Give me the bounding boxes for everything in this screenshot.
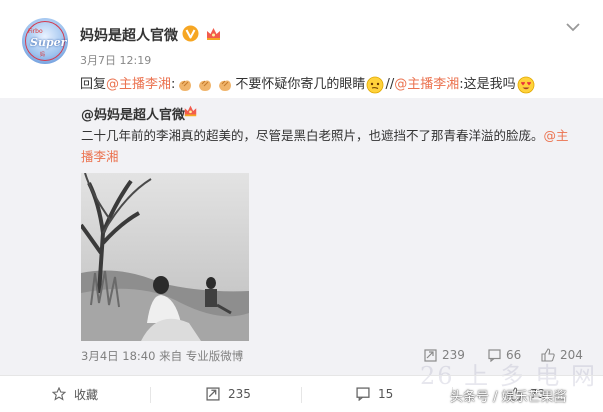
black-white-photo-image — [81, 173, 249, 341]
author-name[interactable]: 妈妈是超人官微 — [80, 25, 178, 45]
doubt-emoji-icon — [367, 76, 384, 93]
quoted-meta[interactable]: 3月4日 18:40 来自 专业版微博 — [81, 348, 243, 364]
comment-icon — [356, 387, 370, 401]
mention-link[interactable]: @主播李湘 — [106, 77, 171, 92]
quoted-photo[interactable] — [81, 173, 249, 341]
avatar-text-bottom: 妈 — [40, 52, 46, 58]
clap-emoji-icon — [179, 80, 192, 91]
source-watermark: 头条号 / 娱乐芒果酱 — [450, 390, 567, 405]
crown-icon[interactable] — [205, 25, 222, 42]
divider — [150, 387, 151, 403]
avatar-text-top: Firbo — [28, 28, 43, 35]
mention-link-2[interactable]: @主播李湘 — [394, 77, 459, 92]
clap-emoji-icon — [219, 80, 232, 91]
avatar-text-main: Super — [30, 36, 67, 49]
crown-icon[interactable] — [183, 103, 198, 118]
favorite-button[interactable]: 收藏 — [52, 376, 98, 412]
chevron-down-icon[interactable] — [566, 22, 580, 32]
repost-icon — [206, 387, 220, 401]
post-text-end: :这是我吗 — [459, 77, 516, 92]
quoted-body: 二十几年前的李湘真的超美的，尽管是黑白老照片，也遮挡不了那青春洋溢的脸庞。 — [81, 128, 544, 143]
quoted-author[interactable]: @妈妈是超人官微 — [81, 104, 185, 123]
repost-button[interactable]: 235 — [206, 376, 251, 412]
quoted-text: 二十几年前的李湘真的超美的，尽管是黑白老照片，也遮挡不了那青春洋溢的脸庞。@主播… — [81, 125, 581, 167]
divider — [301, 387, 302, 403]
clap-emoji-icon — [199, 80, 212, 91]
verified-v-icon — [182, 25, 199, 42]
author-avatar[interactable]: Firbo Super 妈 — [22, 18, 68, 64]
post-time[interactable]: 3月7日 12:19 — [80, 52, 151, 68]
repost-separator: // — [385, 77, 395, 92]
heart-eyes-emoji-icon — [517, 76, 535, 93]
favorite-label: 收藏 — [74, 387, 99, 402]
repost-count: 235 — [228, 387, 251, 401]
colon-text: : — [171, 77, 176, 92]
star-icon — [52, 387, 66, 401]
reply-prefix: 回复 — [80, 77, 107, 92]
post-text: 不要怀疑你寄几的眼睛 — [235, 77, 366, 92]
comment-button[interactable]: 15 — [356, 376, 393, 412]
post-content: 回复@主播李湘: 不要怀疑你寄几的眼睛//@主播李湘:这是我吗 — [80, 73, 536, 94]
weibo-post-card: Firbo Super 妈 妈妈是超人官微 3月7日 12:19 回复@主播李湘… — [0, 0, 603, 412]
comment-count: 15 — [378, 387, 394, 401]
